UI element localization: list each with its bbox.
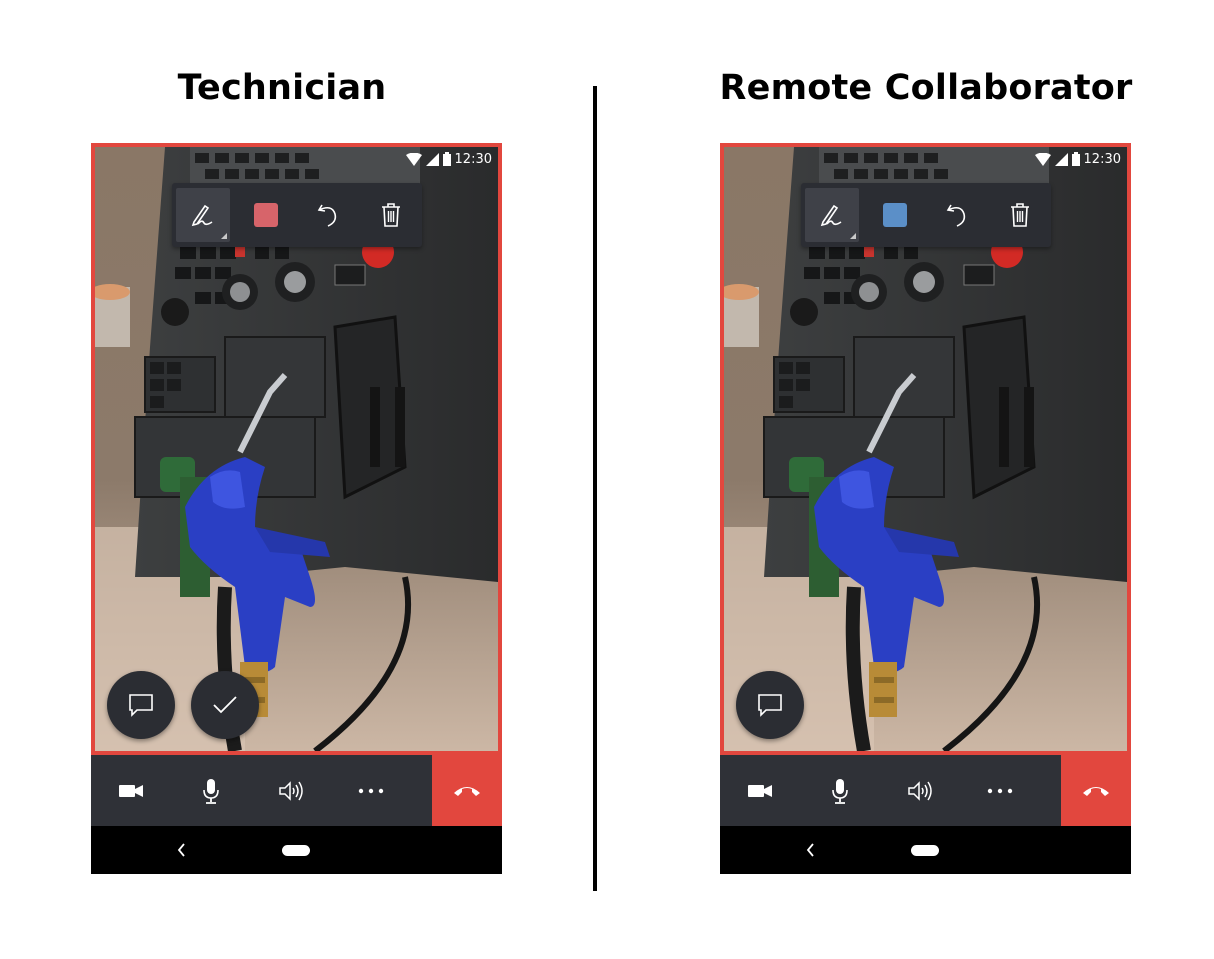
speaker-button[interactable] — [880, 755, 960, 826]
check-icon — [213, 696, 237, 714]
undo-icon — [946, 204, 966, 227]
microphone-icon — [203, 778, 219, 804]
battery-icon — [442, 152, 451, 166]
wifi-icon — [405, 152, 422, 166]
color-picker-button[interactable] — [239, 188, 293, 242]
chat-button[interactable] — [736, 671, 804, 739]
more-options-button[interactable] — [331, 755, 411, 826]
video-toggle-button[interactable] — [720, 755, 800, 826]
cell-signal-icon — [1054, 152, 1068, 166]
undo-icon — [317, 204, 337, 227]
microphone-icon — [832, 778, 848, 804]
cell-signal-icon — [425, 152, 439, 166]
done-button[interactable] — [191, 671, 259, 739]
more-icon — [987, 788, 1013, 793]
color-swatch — [253, 203, 278, 227]
call-control-bar — [91, 755, 502, 826]
pen-tool-button[interactable] — [176, 188, 231, 242]
annotation-toolbar — [801, 183, 1051, 247]
status-bar: 12:30 — [405, 150, 492, 168]
delete-button[interactable] — [993, 188, 1047, 242]
back-icon[interactable] — [175, 840, 187, 860]
camera-view[interactable]: 12:30 — [720, 143, 1131, 755]
end-call-icon — [1083, 786, 1109, 796]
status-time: 12:30 — [454, 151, 492, 167]
remote-collaborator-heading: Remote Collaborator — [719, 68, 1133, 108]
pen-icon — [192, 204, 213, 227]
delete-button[interactable] — [364, 188, 418, 242]
chat-icon — [129, 694, 153, 717]
camera-view[interactable]: 12:30 — [91, 143, 502, 755]
video-toggle-button[interactable] — [91, 755, 171, 826]
wifi-icon — [1034, 152, 1051, 166]
speaker-button[interactable] — [251, 755, 331, 826]
battery-icon — [1071, 152, 1080, 166]
trash-icon — [1010, 203, 1029, 227]
undo-button[interactable] — [301, 188, 355, 242]
video-camera-icon — [748, 784, 772, 797]
annotation-toolbar — [172, 183, 422, 247]
back-icon[interactable] — [804, 840, 816, 860]
speaker-icon — [908, 780, 932, 801]
end-call-button[interactable] — [432, 755, 502, 826]
mute-button[interactable] — [800, 755, 880, 826]
status-time: 12:30 — [1083, 151, 1121, 167]
android-nav-bar — [91, 826, 502, 874]
end-call-button[interactable] — [1061, 755, 1131, 826]
video-camera-icon — [119, 784, 143, 797]
speaker-icon — [279, 780, 303, 801]
color-swatch — [882, 203, 907, 227]
status-bar: 12:30 — [1034, 150, 1121, 168]
undo-button[interactable] — [930, 188, 984, 242]
color-picker-button[interactable] — [868, 188, 922, 242]
home-button[interactable] — [911, 845, 939, 856]
home-button[interactable] — [282, 845, 310, 856]
more-options-button[interactable] — [960, 755, 1040, 826]
pen-tool-button[interactable] — [805, 188, 860, 242]
trash-icon — [381, 203, 400, 227]
more-icon — [358, 788, 384, 793]
mute-button[interactable] — [171, 755, 251, 826]
chat-icon — [758, 694, 782, 717]
pen-icon — [821, 204, 842, 227]
center-divider — [593, 86, 597, 891]
android-nav-bar — [720, 826, 1131, 874]
end-call-icon — [454, 786, 480, 796]
technician-heading: Technician — [177, 68, 387, 108]
chat-button[interactable] — [107, 671, 175, 739]
remote-collaborator-phone: 12:30 — [720, 143, 1131, 874]
call-control-bar — [720, 755, 1131, 826]
technician-phone: 12:30 — [91, 143, 502, 874]
